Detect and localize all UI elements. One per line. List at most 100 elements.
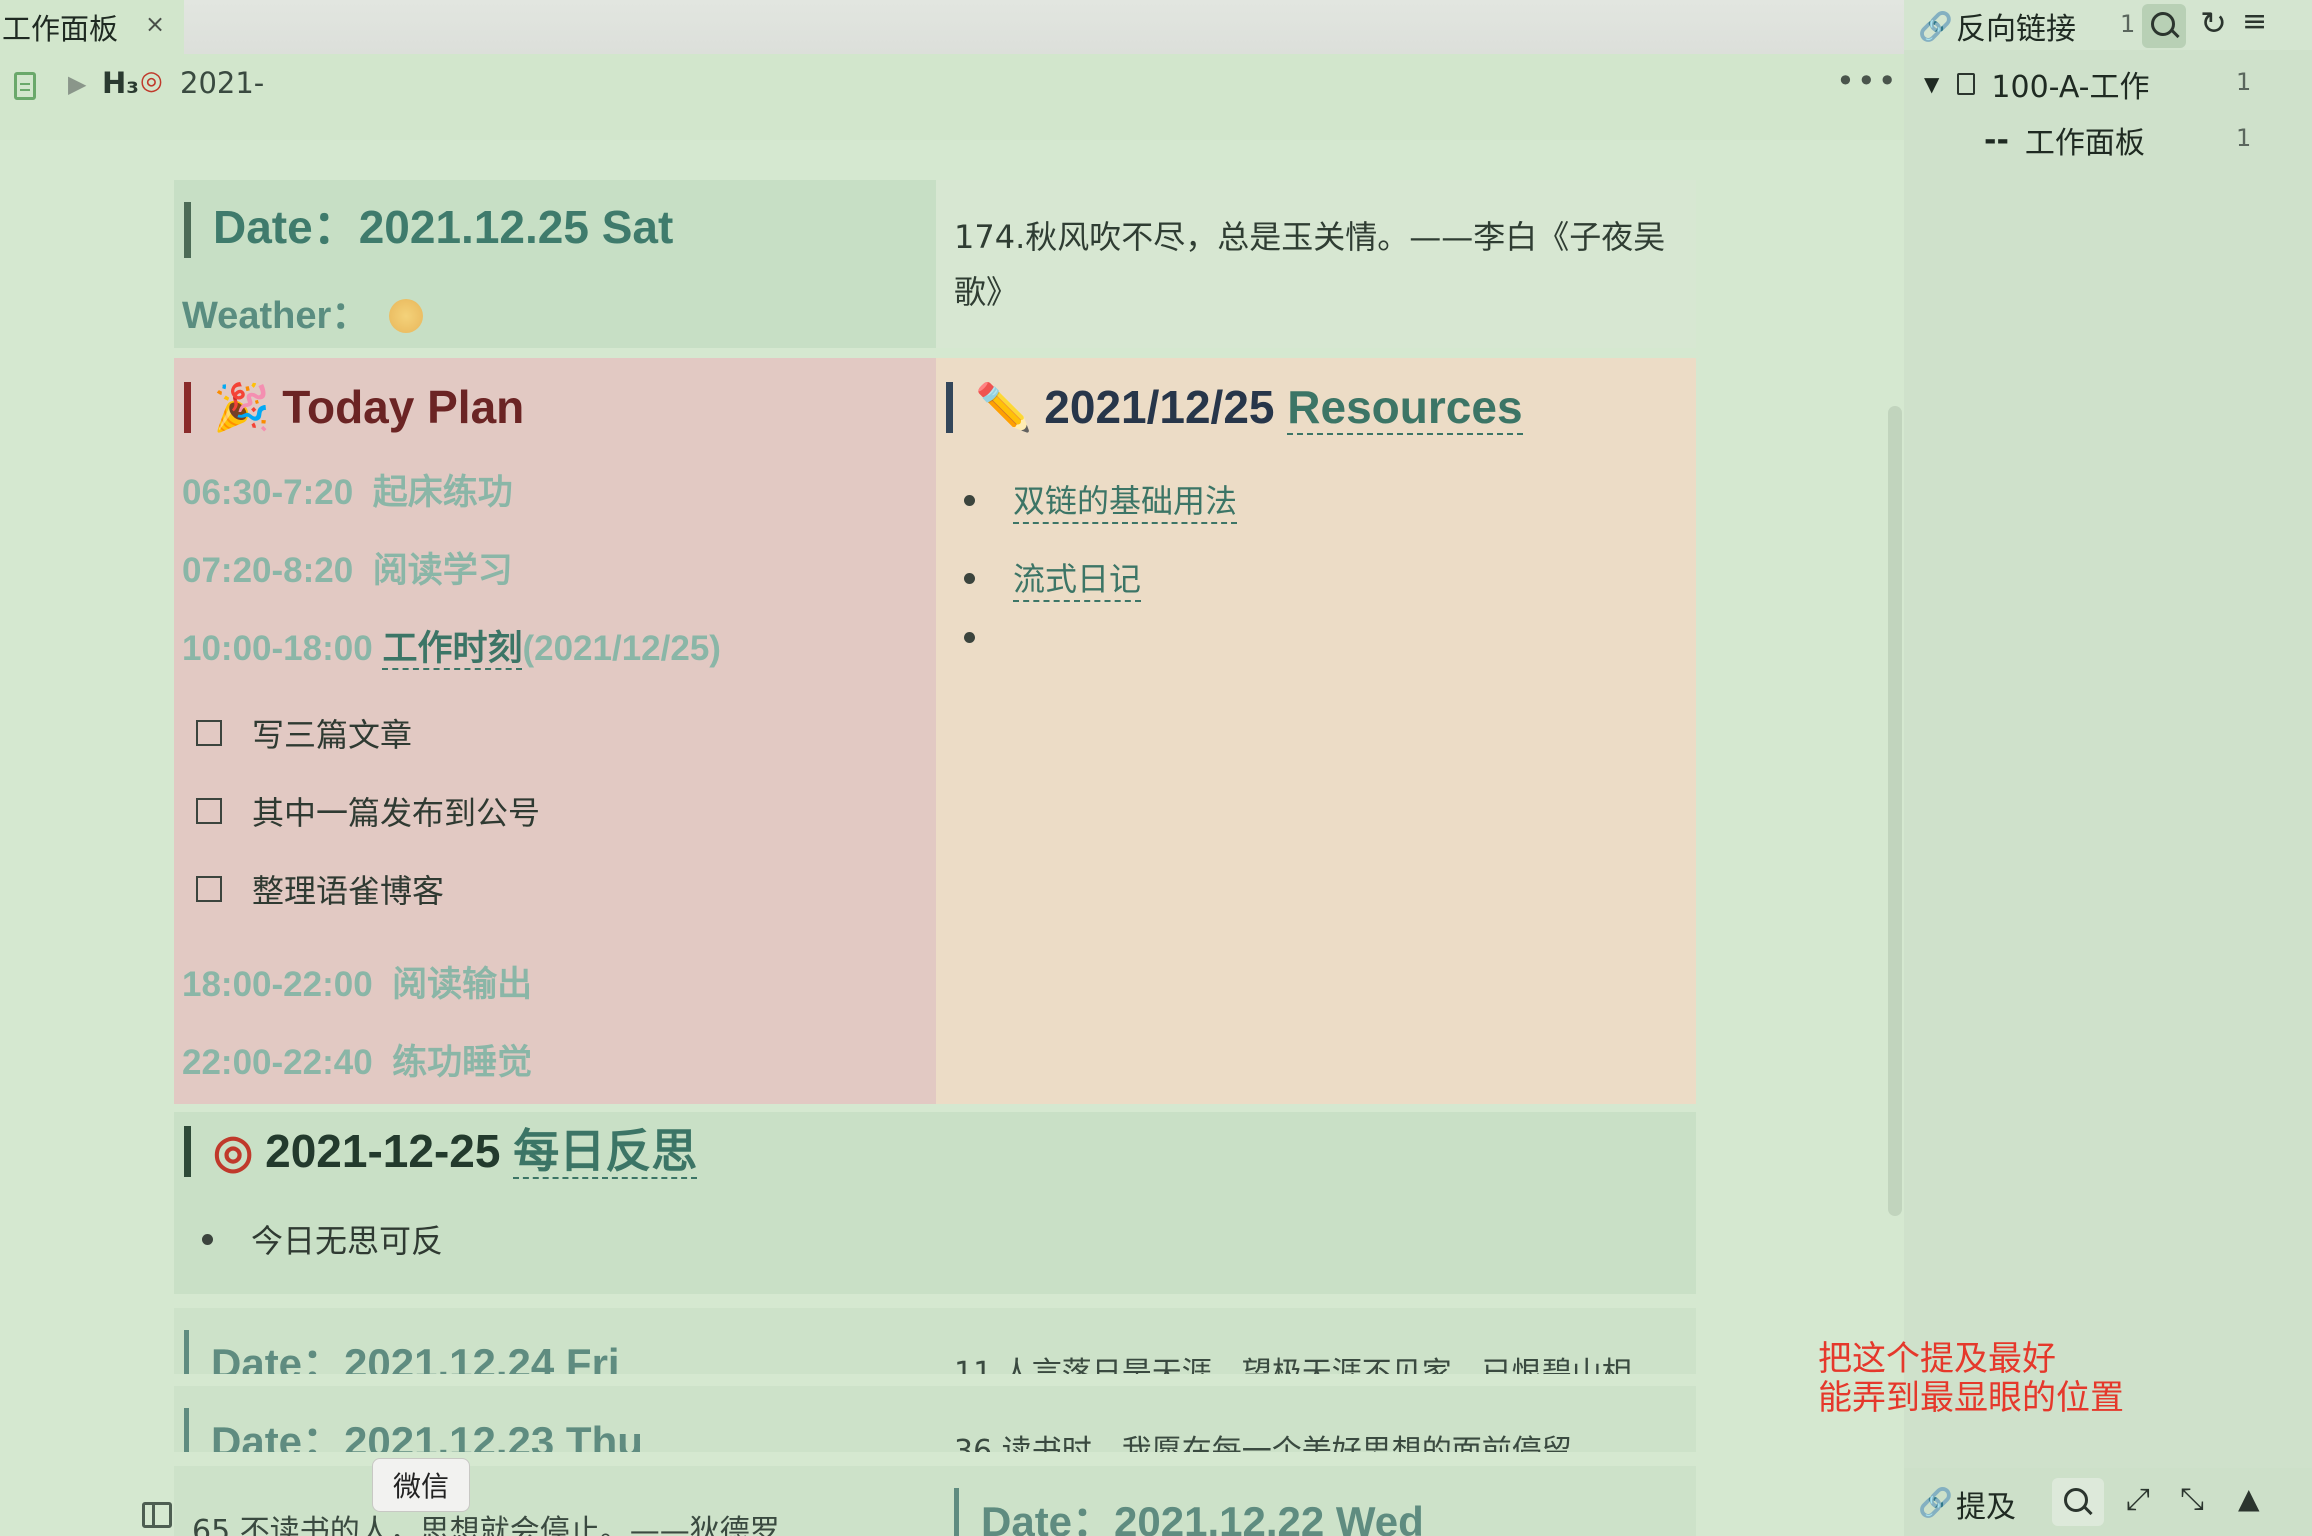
tree-item-label: 工作面板	[2024, 126, 2145, 161]
breadcrumb-text[interactable]: 2021-	[180, 66, 264, 100]
weather-line: Weather：	[182, 284, 424, 339]
annotation-line: 把这个提及最好	[1818, 1339, 2056, 1379]
entry-row[interactable]: Date：2021.12.23 Thu 36.读书时，我愿在每一个美好思想的面前…	[174, 1386, 1696, 1452]
entry-quote: 11.人言落日是天涯，望极天涯不见家。已恨碧山相	[954, 1356, 1632, 1374]
entry-quote: 65.不读书的人，思想就会停止。——狄德罗	[192, 1514, 780, 1536]
todo-item: 其中一篇发布到公号	[196, 788, 540, 834]
schedule-item: 10:00-18:00 工作时刻(2021/12/25)	[182, 620, 721, 671]
target-icon: ◎	[140, 66, 163, 96]
triangle-up-icon[interactable]: ▲	[2238, 1482, 2260, 1515]
reflection-cell[interactable]: ◎ 2021-12-25 每日反思 今日无思可反	[174, 1112, 1696, 1294]
daily-quote: 174.秋风吹不尽，总是玉关情。——李白《子夜吴歌》	[954, 218, 1666, 311]
mentions-bar: 🔗 提及 ⤢ ⤡ ▲	[1904, 1468, 2312, 1536]
todo-text: 其中一篇发布到公号	[252, 794, 541, 832]
list-item: 流式日记	[964, 554, 1142, 602]
todo-checkbox[interactable]	[196, 876, 222, 902]
list-item: 双链的基础用法	[964, 476, 1238, 524]
target-icon: ◎	[213, 1125, 254, 1177]
document-icon[interactable]	[14, 72, 36, 100]
entry-date: Date：2021.12.23 Thu	[184, 1408, 643, 1452]
resources-link[interactable]: Resources	[1287, 381, 1523, 435]
pencil-icon: ✏️	[975, 381, 1033, 433]
schedule-time: 22:00-22:40	[182, 1043, 373, 1082]
schedule-item: 22:00-22:40 练功睡觉	[182, 1034, 532, 1085]
search-icon[interactable]	[2052, 1478, 2104, 1526]
resources-date: 2021/12/25	[1044, 381, 1275, 433]
resource-link[interactable]: 流式日记	[1013, 554, 1142, 602]
bullet-dot	[202, 1233, 213, 1245]
tree-item-label: 100-A-工作	[1991, 70, 2150, 105]
schedule-time: 06:30-7:20	[182, 473, 354, 512]
search-icon[interactable]	[2142, 4, 2186, 48]
reflection-text: 今日无思可反	[251, 1222, 444, 1260]
refresh-icon[interactable]: ↻	[2200, 4, 2227, 42]
tree-item-count: 1	[2236, 124, 2252, 152]
entry-quote: 36.读书时，我愿在每一个美好思想的面前停留	[954, 1434, 1572, 1452]
wechat-tooltip: 微信	[372, 1458, 471, 1512]
todo-text: 整理语雀博客	[252, 872, 445, 910]
more-icon[interactable]: •••	[1836, 62, 1899, 100]
schedule-time: 07:20-8:20	[182, 551, 354, 590]
tree-item-heading[interactable]: -- 工作面板	[1984, 118, 2145, 162]
reflection-date: 2021-12-25	[265, 1125, 501, 1177]
chevron-right-icon: ▶	[68, 70, 87, 98]
schedule-task: 起床练功	[372, 473, 513, 512]
todo-item: 写三篇文章	[196, 710, 412, 756]
link-icon: 🔗	[1918, 10, 1953, 43]
schedule-task: 练功睡觉	[392, 1043, 533, 1082]
entry-date: Date：2021.12.24 Fri	[184, 1330, 620, 1374]
bullet-dot	[964, 572, 975, 584]
schedule-item: 07:20-8:20 阅读学习	[182, 542, 513, 593]
plan-heading: 🎉 Today Plan	[184, 382, 524, 433]
schedule-time: 10:00-18:00	[182, 629, 373, 668]
plan-cell[interactable]: 🎉 Today Plan 06:30-7:20 起床练功 07:20-8:20 阅…	[174, 358, 936, 1104]
tab-workboard[interactable]: 工作面板 ×	[0, 0, 184, 54]
resources-heading: ✏️ 2021/12/25 Resources	[946, 381, 1523, 435]
heading-level[interactable]: H₃	[102, 66, 139, 100]
reflection-link[interactable]: 每日反思	[513, 1125, 698, 1179]
todo-text: 写三篇文章	[252, 716, 413, 754]
dash-icon: --	[1984, 122, 2009, 158]
list-item: 今日无思可反	[202, 1216, 443, 1262]
tree-item-document[interactable]: ▼ 100-A-工作	[1924, 62, 2150, 106]
sort-icon[interactable]: ≡	[2242, 4, 2267, 39]
expand-icon[interactable]: ⤢	[2126, 1482, 2150, 1517]
backlinks-panel: 🔗 反向链接 1 ↻ ≡ ▼ 100-A-工作 1 -- 工作面板 1	[1904, 0, 2312, 1536]
bullet-dot	[964, 632, 975, 643]
tab-bar: 工作面板 ×	[0, 0, 1904, 54]
close-icon[interactable]: ×	[145, 10, 165, 38]
todo-checkbox[interactable]	[196, 798, 222, 824]
schedule-task: 阅读学习	[372, 551, 513, 590]
quote-cell[interactable]: 174.秋风吹不尽，总是玉关情。——李白《子夜吴歌》	[936, 180, 1696, 348]
schedule-item: 18:00-22:00 阅读输出	[182, 956, 532, 1007]
collapse-icon[interactable]: ⤡	[2180, 1482, 2204, 1517]
file-icon	[1957, 73, 1976, 95]
resource-link[interactable]: 双链的基础用法	[1013, 476, 1238, 524]
reflection-heading: ◎ 2021-12-25 每日反思	[184, 1125, 698, 1179]
weather-label: Weather：	[182, 295, 370, 337]
schedule-item: 06:30-7:20 起床练功	[182, 464, 513, 515]
todo-item: 整理语雀博客	[196, 866, 444, 912]
editor-scrollbar[interactable]	[1888, 406, 1902, 1216]
entry-row[interactable]: Date：2021.12.24 Fri 11.人言落日是天涯，望极天涯不见家。已…	[174, 1308, 1696, 1374]
breadcrumb: ▶ H₃ ◎ 2021- •••	[0, 54, 1904, 140]
link-icon: 🔗	[1918, 1486, 1953, 1519]
backlinks-header: 🔗 反向链接 1 ↻ ≡	[1904, 0, 2312, 50]
caret-down-icon[interactable]: ▼	[1924, 72, 1939, 96]
work-time-link[interactable]: 工作时刻	[382, 629, 523, 670]
schedule-time: 18:00-22:00	[182, 965, 373, 1004]
bullet-dot	[964, 494, 975, 506]
resources-cell[interactable]: ✏️ 2021/12/25 Resources 双链的基础用法 流式日记	[936, 358, 1696, 1104]
annotation-note: 把这个提及最好 能弄到最显眼的位置	[1818, 1340, 2124, 1418]
date-heading: Date：2021.12.25 Sat	[184, 202, 673, 258]
todo-checkbox[interactable]	[196, 720, 222, 746]
table-icon[interactable]	[142, 1502, 172, 1528]
date-cell[interactable]: Date：2021.12.25 Sat Weather：	[174, 180, 936, 348]
party-icon: 🎉	[213, 381, 271, 433]
mentions-title[interactable]: 提及	[1956, 1482, 2016, 1526]
schedule-task: 阅读输出	[392, 965, 533, 1004]
annotation-line: 能弄到最显眼的位置	[1818, 1378, 2124, 1418]
tab-title: 工作面板	[2, 12, 119, 46]
plan-heading-text: Today Plan	[282, 381, 525, 433]
tree-item-count: 1	[2236, 68, 2252, 96]
